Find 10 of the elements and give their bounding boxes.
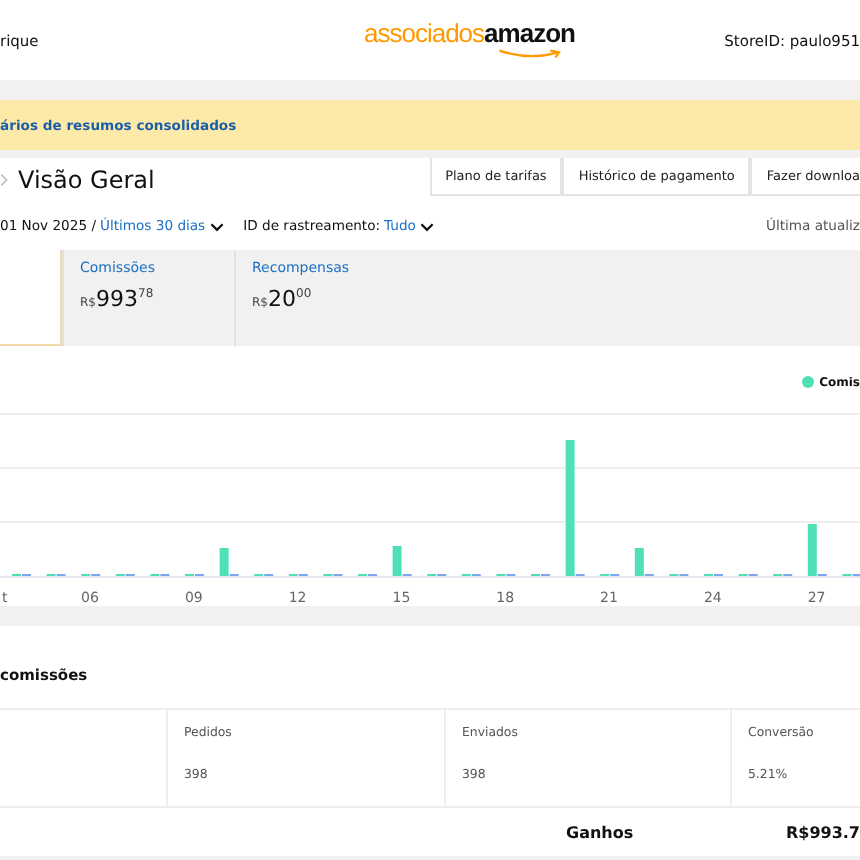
logo[interactable]: associadosamazon: [364, 18, 575, 60]
page-title: Visão Geral: [18, 166, 155, 194]
smile-icon: [496, 48, 564, 60]
metric-card[interactable]: [0, 250, 62, 346]
earnings-label: Ganhos: [566, 823, 634, 841]
legend-dot: [801, 376, 814, 388]
chevron-right-icon: [0, 172, 8, 188]
earnings-value: R$993.7: [785, 823, 860, 841]
chevron-down-icon: [209, 221, 224, 231]
chevron-down-icon: [419, 221, 434, 231]
